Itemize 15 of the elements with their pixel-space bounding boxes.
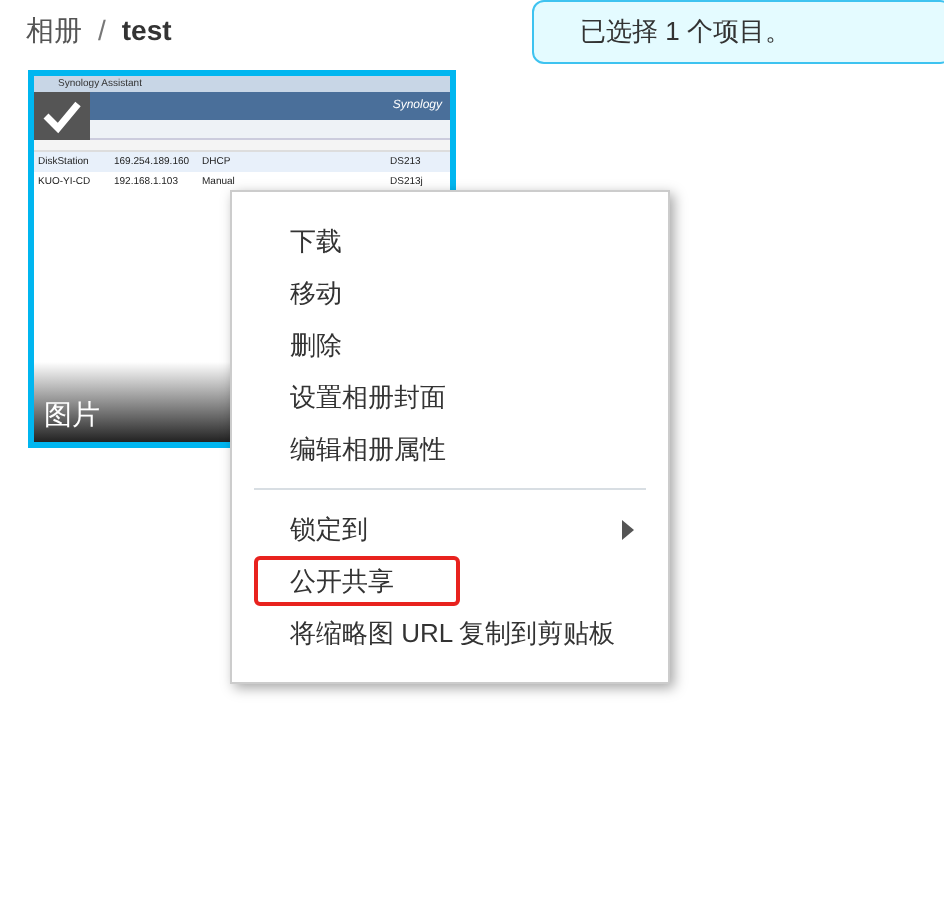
- checkmark-icon[interactable]: [34, 92, 90, 140]
- menu-item[interactable]: 移动: [254, 268, 646, 318]
- menu-item[interactable]: 编辑相册属性: [254, 424, 646, 474]
- menu-item[interactable]: 公开共享: [254, 556, 460, 606]
- menu-item[interactable]: 设置相册封面: [254, 372, 646, 422]
- breadcrumb-current: test: [121, 12, 172, 50]
- menu-item[interactable]: 将缩略图 URL 复制到剪贴板: [254, 608, 646, 658]
- notification-banner: 已选择 1 个项目。: [532, 0, 944, 64]
- breadcrumb-separator: /: [98, 12, 106, 50]
- menu-item[interactable]: 锁定到: [254, 504, 646, 554]
- breadcrumb-link[interactable]: 相册: [26, 10, 82, 52]
- menu-item[interactable]: 下载: [254, 216, 646, 266]
- submenu-arrow-icon: [622, 519, 634, 539]
- menu-item[interactable]: 删除: [254, 320, 646, 370]
- thumbnail-caption: 图片: [44, 396, 100, 434]
